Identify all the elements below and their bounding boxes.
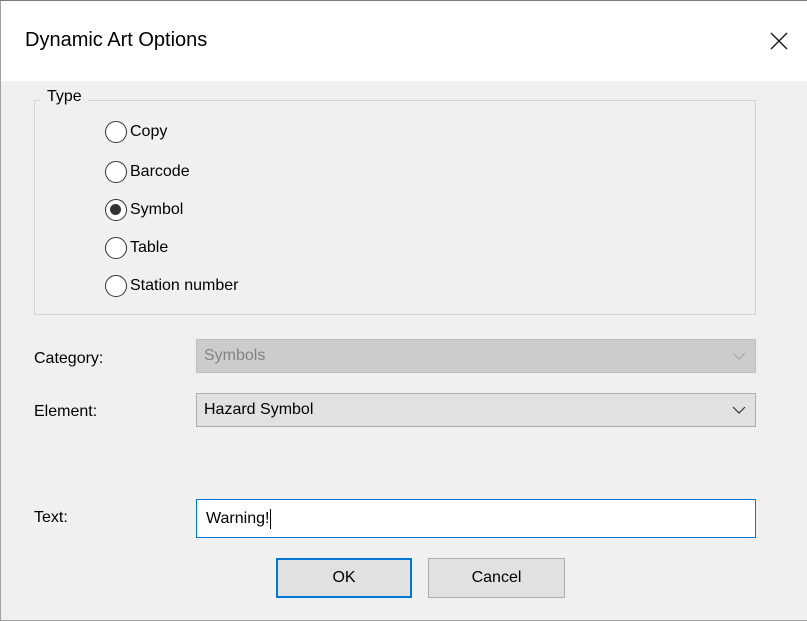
category-dropdown[interactable]: Symbols (196, 339, 756, 373)
radio-label: Copy (130, 123, 168, 140)
chevron-down-icon (732, 352, 746, 360)
radio-label: Barcode (130, 163, 190, 180)
radio-barcode[interactable]: Barcode (105, 159, 190, 185)
dialog-title: Dynamic Art Options (25, 29, 208, 51)
element-dropdown[interactable]: Hazard Symbol (196, 393, 756, 427)
text-input-value: Warning! (206, 509, 270, 527)
dynamic-art-options-dialog: Dynamic Art Options Type Copy Barcode Sy… (0, 0, 807, 621)
radio-label: Station number (130, 277, 239, 294)
title-bar: Dynamic Art Options (1, 1, 807, 81)
radio-button-icon (105, 121, 127, 143)
radio-symbol[interactable]: Symbol (105, 197, 183, 223)
text-caret (270, 508, 272, 529)
radio-table[interactable]: Table (105, 235, 168, 261)
category-value: Symbols (204, 347, 266, 364)
radio-button-icon (105, 237, 127, 259)
radio-button-selected-icon (105, 199, 127, 221)
element-label: Element: (34, 403, 98, 420)
close-icon (770, 32, 788, 50)
cancel-button-label: Cancel (471, 569, 522, 586)
radio-button-icon (105, 161, 127, 183)
element-value: Hazard Symbol (204, 401, 314, 418)
close-button[interactable] (761, 23, 797, 59)
ok-button-label: OK (332, 569, 356, 586)
radio-label: Table (130, 239, 169, 256)
radio-button-icon (105, 275, 127, 297)
chevron-down-icon (732, 406, 746, 414)
ok-button[interactable]: OK (276, 558, 412, 598)
type-group-label: Type (41, 88, 88, 106)
radio-copy[interactable]: Copy (105, 119, 167, 145)
radio-label: Symbol (130, 201, 184, 218)
text-input[interactable]: Warning! (196, 499, 756, 538)
cancel-button[interactable]: Cancel (428, 558, 565, 598)
category-label: Category: (34, 350, 104, 367)
radio-station-number[interactable]: Station number (105, 273, 239, 299)
text-label: Text: (34, 509, 68, 526)
